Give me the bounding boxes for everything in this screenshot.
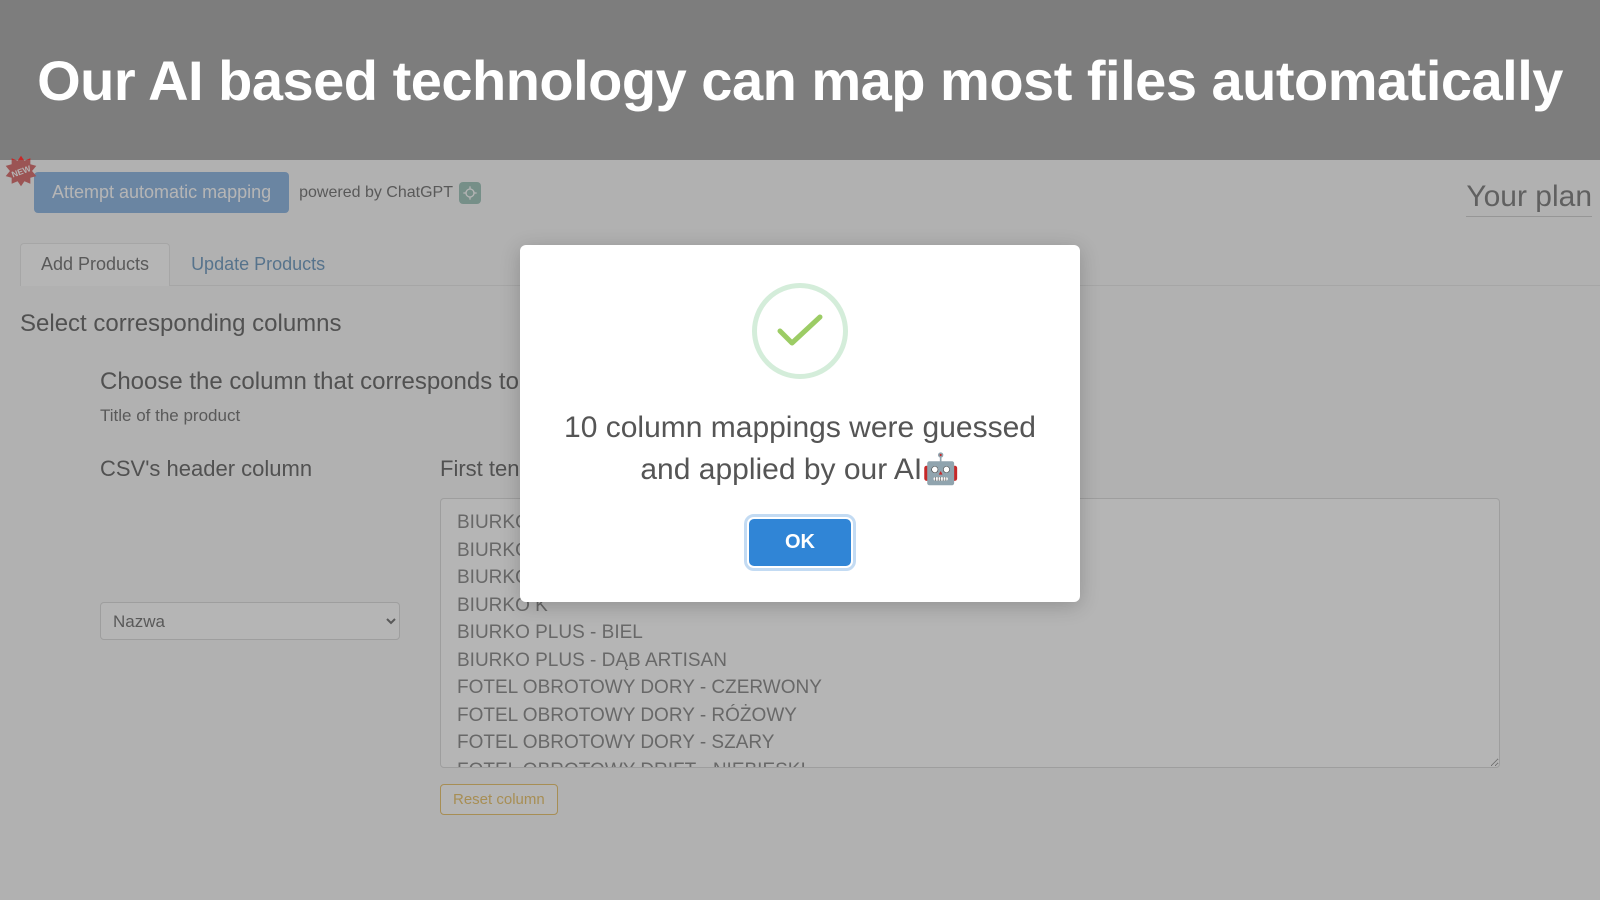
ok-button[interactable]: OK bbox=[749, 519, 851, 566]
hero-title: Our AI based technology can map most fil… bbox=[37, 48, 1563, 113]
success-check-icon bbox=[752, 283, 848, 379]
modal-message: 10 column mappings were guessed and appl… bbox=[556, 407, 1044, 491]
success-modal: 10 column mappings were guessed and appl… bbox=[520, 245, 1080, 602]
hero-banner: Our AI based technology can map most fil… bbox=[0, 0, 1600, 160]
